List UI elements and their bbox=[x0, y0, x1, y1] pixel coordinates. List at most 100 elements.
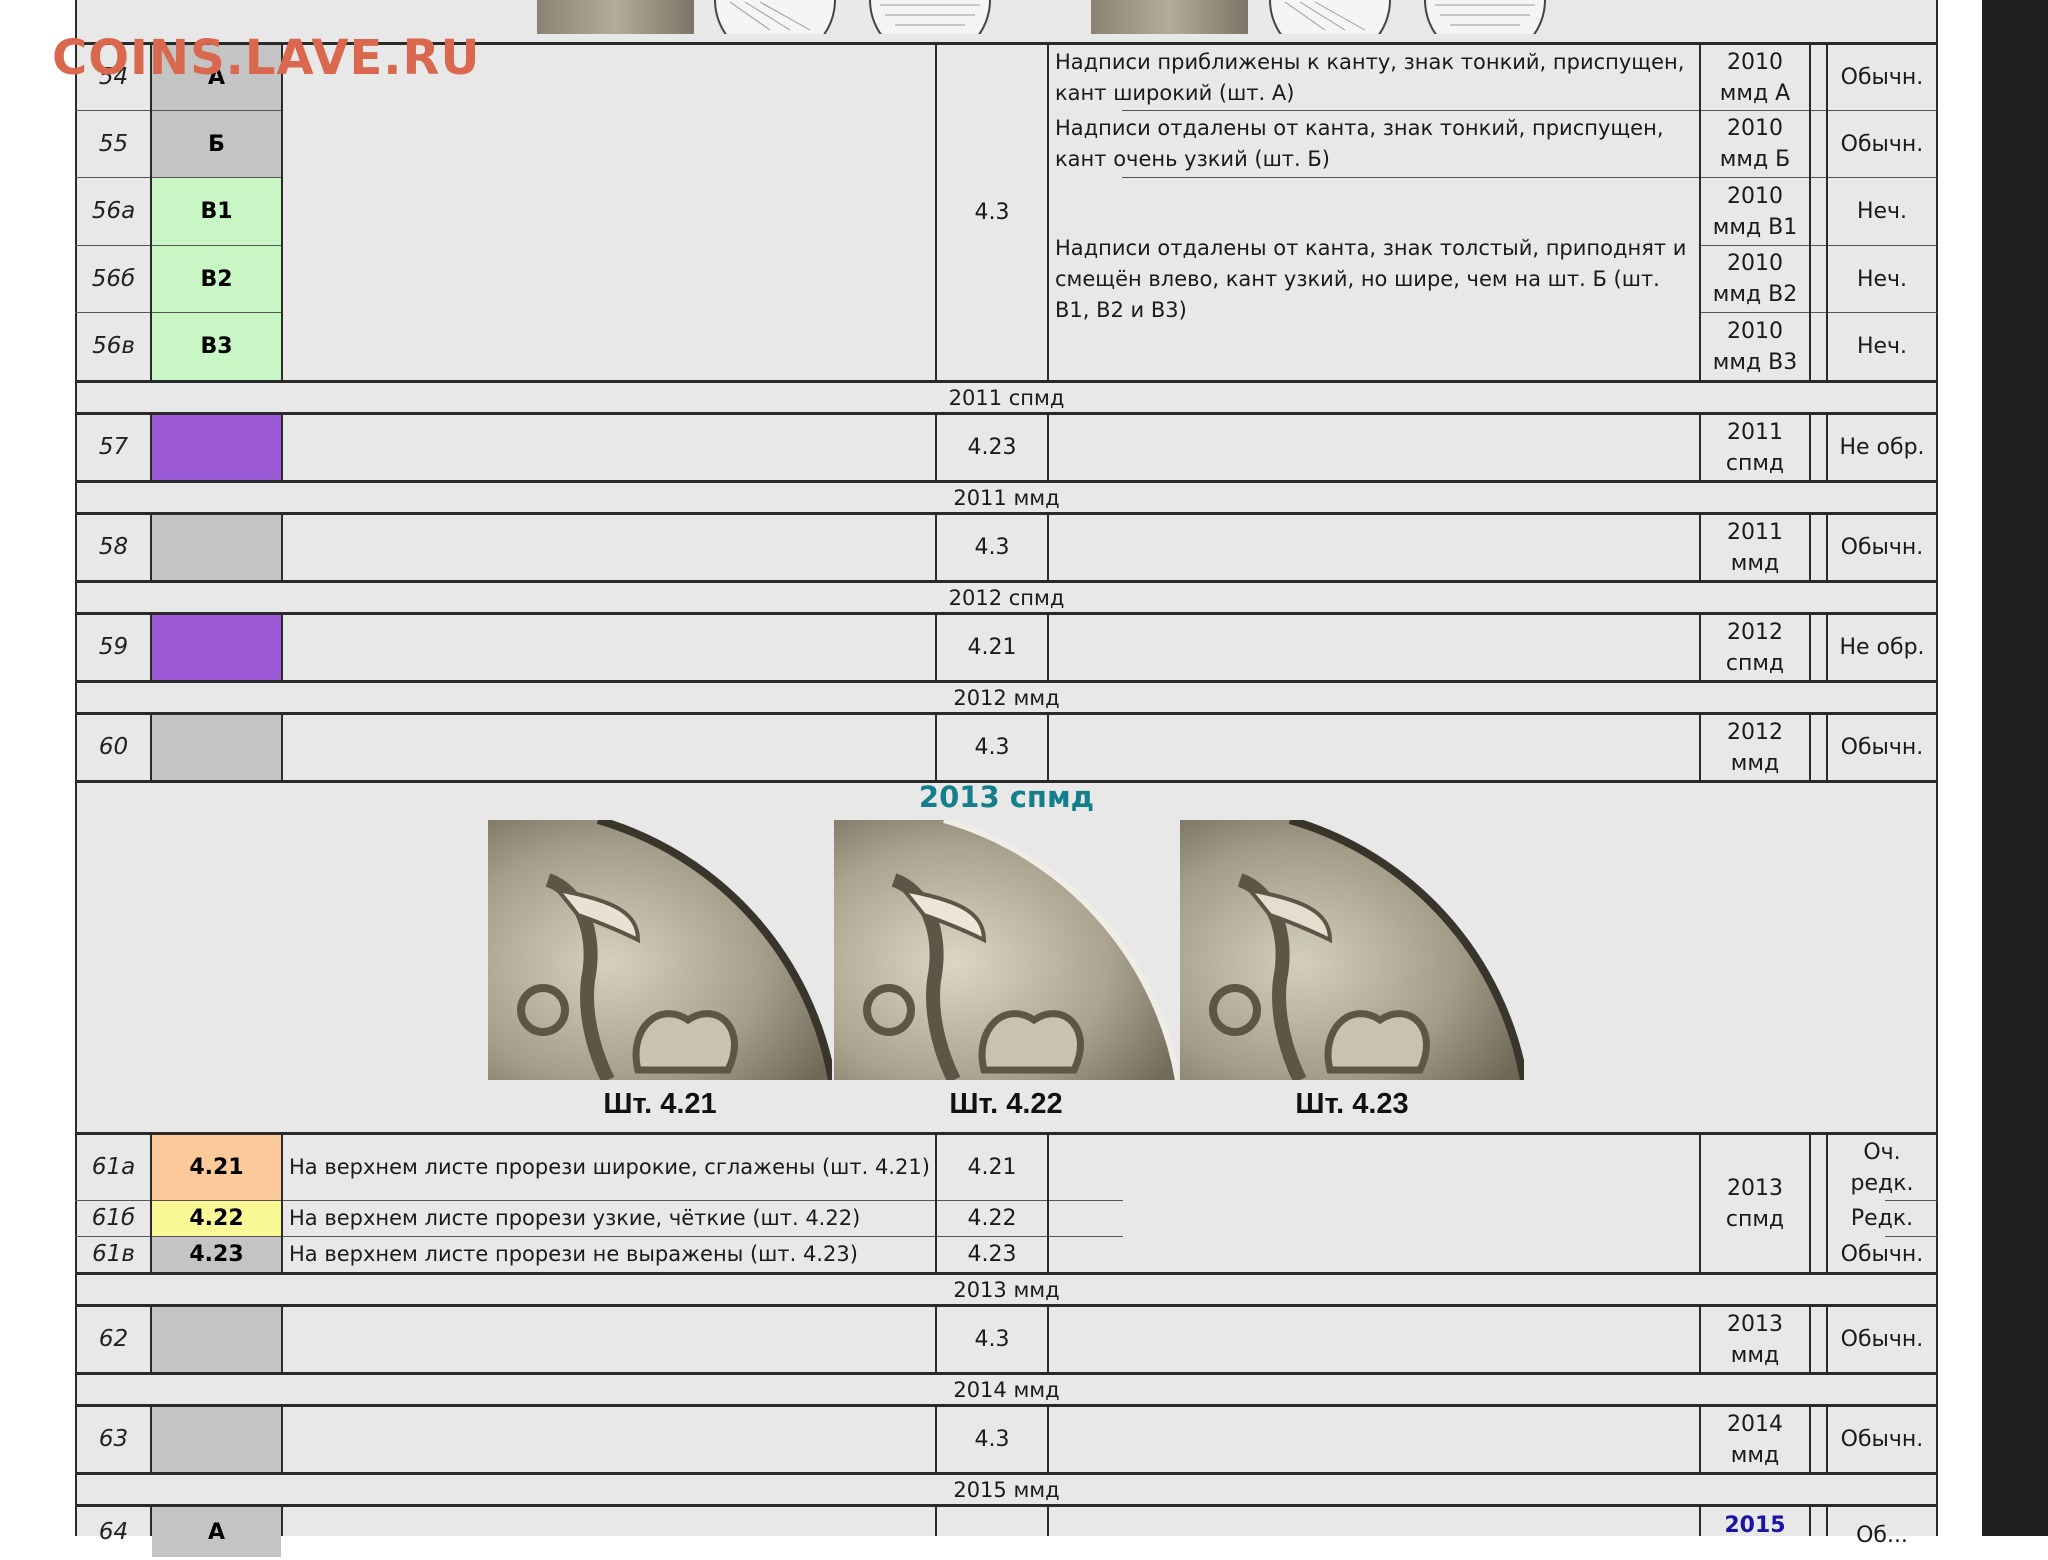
column-divider bbox=[1809, 1404, 1811, 1472]
variety-code bbox=[152, 615, 281, 680]
year-cell: 2013 спмд bbox=[1701, 1135, 1809, 1272]
column-divider bbox=[281, 1404, 283, 1472]
year: 2011 bbox=[1727, 519, 1783, 545]
variety-code bbox=[152, 415, 281, 480]
mint: ммд А bbox=[1719, 80, 1791, 106]
column-divider bbox=[281, 1504, 283, 1536]
coin-diagram-fragment-1 bbox=[710, 0, 840, 34]
coin-photo-4-22 bbox=[834, 820, 1178, 1080]
variety-code: А bbox=[152, 1507, 281, 1557]
variety-description: Надписи приближены к канту, знак тонкий,… bbox=[1055, 49, 1685, 105]
variety-description: На верхнем листе прорези не выражены (шт… bbox=[289, 1242, 858, 1266]
column-divider bbox=[1809, 512, 1811, 580]
shtamp-number: 4.21 bbox=[967, 635, 1017, 660]
year: 2013 bbox=[1727, 1175, 1783, 1201]
coin-section-title: 2013 спмд bbox=[918, 780, 1095, 814]
year: 2010 bbox=[1727, 318, 1783, 344]
section-header: 2011 ммд bbox=[953, 485, 1060, 510]
variety-code: В3 bbox=[152, 313, 281, 380]
row-number: 61б bbox=[91, 1205, 136, 1231]
variety-description: Надписи отдалены от канта, знак толстый,… bbox=[1055, 235, 1687, 322]
variety-code: Б bbox=[152, 111, 281, 177]
site-watermark: COINS.LAVE.RU bbox=[52, 30, 481, 86]
coin-photo-fragment-2 bbox=[1091, 0, 1248, 34]
row-number: 61в bbox=[92, 1241, 135, 1267]
variety-code: В1 bbox=[152, 178, 281, 245]
shtamp-number: 4.3 bbox=[974, 1327, 1010, 1352]
column-divider bbox=[1047, 1132, 1049, 1272]
rarity: Обычн. bbox=[1840, 131, 1924, 157]
row-number: 62 bbox=[98, 1326, 129, 1352]
year: 2012 bbox=[1727, 619, 1783, 645]
variety-code: 4.21 bbox=[152, 1135, 281, 1200]
row-number: 55 bbox=[98, 130, 129, 157]
variety-description: Надписи отдалены от канта, знак тонкий, … bbox=[1055, 116, 1664, 171]
year: 2010 bbox=[1727, 49, 1783, 75]
section-header: 2014 ммд bbox=[953, 1377, 1060, 1402]
year-cell: 2013 ммд bbox=[1701, 1307, 1809, 1372]
coin-photo-fragment-1 bbox=[537, 0, 694, 34]
rarity: Неч. bbox=[1856, 334, 1908, 359]
year-cell: 2014 ммд bbox=[1701, 1407, 1809, 1472]
rarity: Обычн. bbox=[1840, 1327, 1924, 1352]
year-cell: 2010 ммд В1 bbox=[1701, 178, 1809, 245]
variety-code: 4.23 bbox=[152, 1237, 281, 1272]
year-cell: 2012 спмд bbox=[1701, 615, 1809, 680]
mint: ммд В3 bbox=[1712, 349, 1798, 375]
year-cell: 2010 ммд Б bbox=[1701, 111, 1809, 177]
year: 2014 bbox=[1727, 1411, 1783, 1437]
variety-description: На верхнем листе прорези узкие, чёткие (… bbox=[289, 1206, 861, 1230]
variety-code bbox=[152, 1407, 281, 1472]
section-header: 2013 ммд bbox=[953, 1277, 1060, 1302]
column-divider bbox=[1809, 42, 1811, 380]
year: 2012 bbox=[1727, 719, 1783, 745]
variety-code: 4.22 bbox=[152, 1201, 281, 1236]
column-divider bbox=[281, 1304, 283, 1372]
variety-description: На верхнем листе прорези широкие, сглаже… bbox=[289, 1155, 930, 1179]
coin-photo-4-21 bbox=[488, 820, 832, 1080]
year-cell: 2011 ммд bbox=[1701, 515, 1809, 580]
section-header: 2011 спмд bbox=[948, 385, 1065, 410]
row-number: 57 bbox=[98, 434, 129, 460]
coin-caption: Шт. 4.23 bbox=[1295, 1088, 1409, 1120]
row-number: 56б bbox=[91, 265, 136, 292]
rarity: Редк. bbox=[1850, 1206, 1914, 1231]
shtamp-number: 4.23 bbox=[967, 435, 1017, 460]
mint: ммд В2 bbox=[1712, 282, 1798, 307]
variety-code bbox=[152, 1307, 281, 1372]
column-divider bbox=[281, 512, 283, 580]
column-divider bbox=[281, 42, 283, 380]
row-number: 64 bbox=[98, 1518, 129, 1545]
column-divider bbox=[1047, 512, 1049, 580]
column-divider bbox=[1809, 1132, 1811, 1272]
column-divider bbox=[281, 712, 283, 780]
shtamp-number: 4.3 bbox=[974, 535, 1010, 560]
rarity: Не обр. bbox=[1839, 635, 1925, 660]
column-divider bbox=[1809, 612, 1811, 680]
column-divider bbox=[1809, 712, 1811, 780]
column-divider bbox=[1809, 1504, 1811, 1536]
section-header: 2012 спмд bbox=[948, 585, 1065, 610]
rarity: Обычн. bbox=[1840, 65, 1924, 90]
varieties-table: 54 А Надписи приближены к канту, знак то… bbox=[75, 0, 1938, 1557]
column-divider bbox=[1047, 712, 1049, 780]
row-number: 58 bbox=[98, 534, 129, 560]
coin-photo-4-23 bbox=[1180, 820, 1524, 1080]
row-number: 59 bbox=[98, 634, 129, 660]
mint: спмд bbox=[1725, 450, 1785, 476]
coin-diagram-fragment-3 bbox=[1265, 0, 1395, 34]
coin-caption: Шт. 4.21 bbox=[603, 1088, 717, 1120]
section-header: 2012 ммд bbox=[953, 685, 1060, 710]
column-divider bbox=[1809, 412, 1811, 480]
rarity: Обычн. bbox=[1840, 1427, 1924, 1452]
shtamp-number: 4.22 bbox=[967, 1206, 1017, 1231]
year: 2010 bbox=[1727, 251, 1783, 276]
year-cell: 2012 ммд bbox=[1701, 715, 1809, 780]
shtamp-number: 4.23 bbox=[967, 1242, 1017, 1267]
year-cell: 2010 ммд В3 bbox=[1701, 313, 1809, 380]
page-margin-left bbox=[0, 0, 64, 1536]
row-divider bbox=[75, 1504, 1938, 1507]
column-divider bbox=[1809, 1304, 1811, 1372]
mint: спмд bbox=[1725, 650, 1785, 676]
year: 2011 bbox=[1727, 419, 1783, 445]
